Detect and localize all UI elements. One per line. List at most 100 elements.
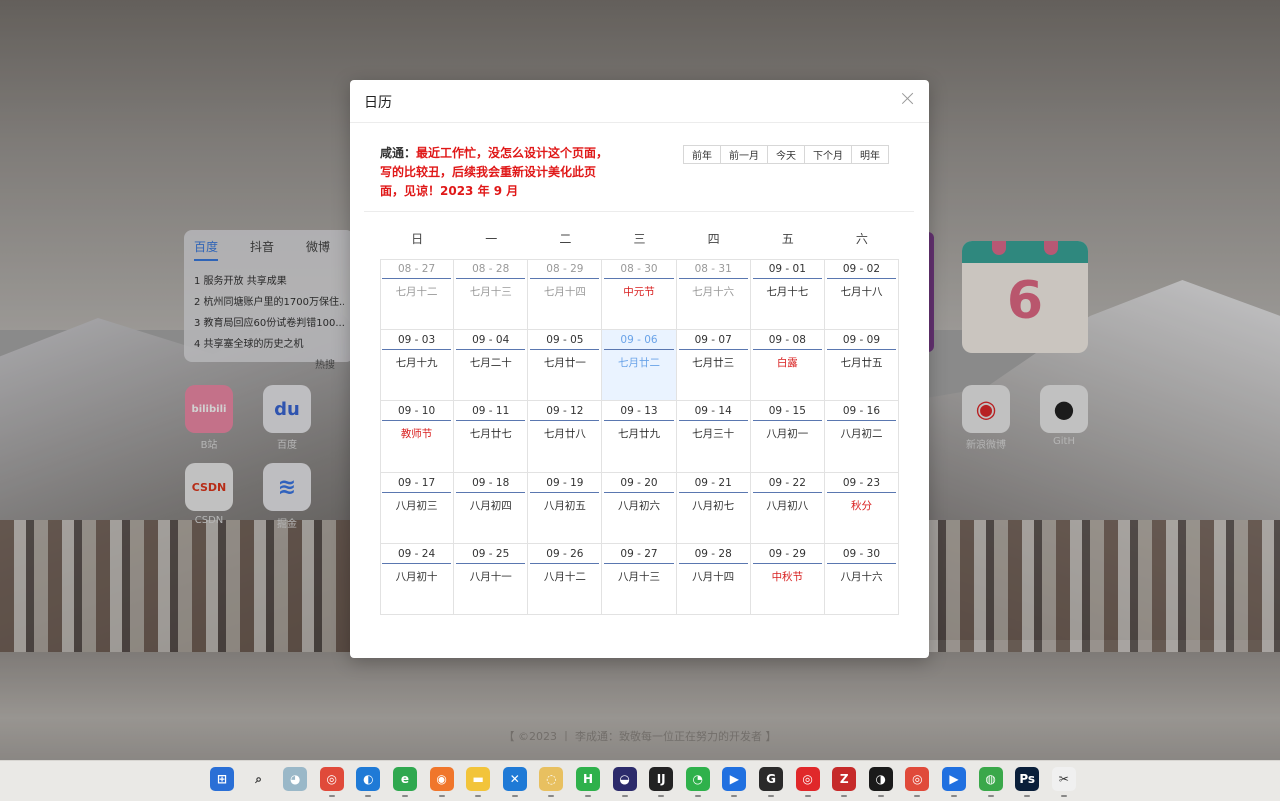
next-year-button[interactable]: 明年 — [851, 145, 889, 164]
day-lunar: 七月廿二 — [618, 357, 660, 370]
day-lunar: 七月十八 — [840, 286, 883, 298]
weekday-sat: 六 — [855, 232, 868, 246]
day-date: 09 - 24 — [397, 547, 436, 560]
hbuilder-icon[interactable]: H — [576, 767, 600, 791]
next-month-button[interactable]: 下个月 — [804, 145, 852, 164]
eclipse-icon[interactable]: ◒ — [612, 767, 637, 791]
file-explorer-icon[interactable]: ▬ — [466, 767, 491, 791]
calendar-day[interactable]: 09 - 20 八月初六 — [602, 472, 677, 544]
day-underline — [752, 562, 822, 564]
calendar-day[interactable]: 09 - 12 七月廿八 — [528, 401, 603, 473]
calendar-day[interactable]: 09 - 26 八月十二 — [528, 543, 603, 615]
running-indicator — [987, 795, 994, 797]
calendar-day[interactable]: 09 - 11 七月廿七 — [454, 401, 529, 473]
feishu-icon-2[interactable]: ▶ — [942, 767, 966, 791]
day-lunar: 八月初七 — [692, 499, 735, 512]
running-indicator — [1024, 795, 1031, 797]
chat-icon[interactable]: ◕ — [283, 767, 308, 791]
running-indicator — [658, 795, 665, 797]
calendar-day[interactable]: 09 - 21 八月初七 — [676, 472, 751, 544]
green-app-icon[interactable]: ◍ — [978, 767, 1003, 791]
calendar-day[interactable]: 09 - 16 八月初二 — [824, 401, 900, 473]
weekday-thu: 四 — [707, 232, 720, 246]
calendar-day[interactable]: 09 - 14 七月三十 — [676, 401, 751, 473]
divider — [364, 211, 914, 212]
running-indicator — [768, 795, 774, 797]
day-lunar: 七月十四 — [543, 286, 586, 298]
day-date: 09 - 08 — [768, 334, 806, 347]
prev-month-button[interactable]: 前一月 — [720, 145, 768, 164]
calendar-day[interactable]: 09 - 25 八月十一 — [454, 543, 529, 615]
vscode-icon[interactable]: ✕ — [502, 767, 527, 791]
edge-beta-icon[interactable]: e — [393, 767, 417, 791]
day-date: 09 - 20 — [620, 476, 658, 489]
close-icon[interactable] — [899, 90, 917, 108]
day-date: 09 - 05 — [546, 334, 584, 347]
calendar-day[interactable]: 09 - 15 八月初一 — [750, 401, 825, 473]
day-lunar: 八月初十 — [395, 570, 438, 583]
wechat-icon[interactable]: ◔ — [685, 767, 710, 791]
day-date: 09 - 14 — [694, 405, 732, 418]
calendar-day[interactable]: 09 - 10 教师节 — [380, 401, 455, 473]
calendar-day-today[interactable]: 09 - 06 七月廿二 — [602, 330, 677, 402]
day-underline — [826, 349, 897, 351]
calendar-day[interactable]: 09 - 19 八月初五 — [528, 472, 603, 544]
filezilla-icon[interactable]: Z — [832, 767, 857, 791]
day-underline — [530, 278, 600, 279]
calendar-day[interactable]: 09 - 13 七月廿九 — [602, 401, 677, 473]
chrome-icon-2[interactable]: ◎ — [905, 767, 930, 791]
weekday-header: 日 一 二 三 四 五 六 — [380, 230, 899, 247]
feishu-icon[interactable]: ▶ — [722, 767, 747, 791]
calendar-grid: 08 - 27 七月十二 08 - 28 七月十三 08 - 29 七月十四 08 - 30… — [380, 259, 900, 615]
calendar-day[interactable]: 09 - 30 八月十六 — [824, 543, 900, 615]
day-underline — [678, 562, 748, 564]
day-date: 09 - 04 — [472, 334, 510, 347]
calendar-day[interactable]: 09 - 18 八月初四 — [454, 472, 529, 544]
calendar-day[interactable]: 09 - 17 八月初三 — [380, 472, 455, 544]
calendar-day[interactable]: 08 - 28 七月十三 — [454, 259, 529, 331]
calendar-day[interactable]: 09 - 29 中秋节 — [750, 543, 825, 615]
day-lunar: 八月初四 — [469, 499, 512, 512]
intellij-icon[interactable]: IJ — [649, 767, 674, 791]
day-underline — [752, 278, 822, 279]
calendar-day[interactable]: 09 - 24 八月初十 — [380, 543, 455, 615]
calendar-day[interactable]: 09 - 28 八月十四 — [676, 543, 751, 615]
calendar-day[interactable]: 09 - 01 七月十七 — [750, 259, 825, 331]
calendar-day[interactable]: 09 - 08 白露 — [750, 330, 825, 402]
qq-icon[interactable]: ◑ — [868, 767, 893, 791]
calendar-day[interactable]: 08 - 30 中元节 — [602, 259, 677, 331]
calendar-day[interactable]: 09 - 22 八月初八 — [750, 472, 825, 544]
day-date: 09 - 29 — [768, 547, 806, 560]
calendar-day[interactable]: 08 - 31 七月十六 — [676, 259, 751, 331]
calendar-day[interactable]: 09 - 07 七月廿三 — [676, 330, 751, 402]
calendar-day[interactable]: 08 - 29 七月十四 — [528, 259, 603, 331]
chrome-icon[interactable]: ◎ — [319, 767, 344, 791]
calendar-day[interactable]: 09 - 05 七月廿一 — [528, 330, 603, 402]
day-date: 09 - 25 — [472, 547, 510, 560]
snipping-tool-icon[interactable]: ✂ — [1051, 767, 1076, 791]
edge-icon[interactable]: ◐ — [356, 767, 381, 791]
windows-start-icon[interactable]: ⊞ — [210, 767, 234, 791]
day-underline — [826, 491, 897, 493]
firefox-icon[interactable]: ◉ — [429, 767, 454, 791]
calendar-day[interactable]: 08 - 27 七月十二 — [380, 259, 455, 331]
today-button[interactable]: 今天 — [767, 145, 805, 164]
calendar-day[interactable]: 09 - 04 七月二十 — [454, 330, 529, 402]
prev-year-button[interactable]: 前年 — [683, 145, 721, 164]
netease-music-icon[interactable]: ◎ — [795, 767, 820, 791]
day-underline — [530, 349, 600, 351]
calendar-day[interactable]: 09 - 09 七月廿五 — [824, 330, 900, 402]
note-author: 咸通： — [380, 146, 417, 160]
calendar-day[interactable]: 09 - 03 七月十九 — [380, 330, 455, 402]
photoshop-icon[interactable]: Ps — [1015, 767, 1040, 791]
calendar-day[interactable]: 09 - 23 秋分 — [824, 472, 900, 544]
logo-g-icon[interactable]: G — [759, 767, 783, 791]
day-lunar: 八月十一 — [469, 570, 512, 583]
day-date: 09 - 13 — [620, 405, 658, 418]
calendar-day[interactable]: 09 - 27 八月十三 — [602, 543, 677, 615]
snipaste-icon[interactable]: ◌ — [539, 767, 564, 791]
search-icon[interactable]: ⌕ — [247, 767, 271, 791]
calendar-day[interactable]: 09 - 02 七月十八 — [824, 259, 900, 331]
weekday-fri: 五 — [781, 232, 794, 246]
day-date: 09 - 27 — [620, 547, 658, 560]
